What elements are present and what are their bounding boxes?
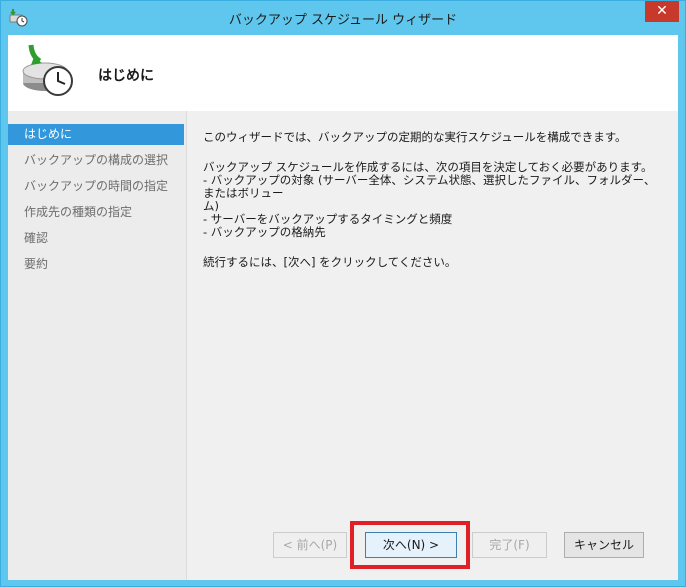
close-button[interactable]: ✕ — [645, 1, 679, 22]
wizard-content: このウィザードでは、バックアップの定期的な実行スケジュールを構成できます。 バッ… — [186, 111, 678, 580]
wizard-steps-sidebar: はじめに バックアップの構成の選択 バックアップの時間の指定 作成先の種類の指定… — [8, 111, 186, 580]
window-title: バックアップ スケジュール ウィザード — [228, 13, 458, 28]
back-button[interactable]: < 前へ(P) — [273, 532, 347, 558]
sidebar-item-destination-type[interactable]: 作成先の種類の指定 — [8, 202, 184, 223]
cancel-button[interactable]: キャンセル — [564, 532, 644, 558]
title-bar[interactable]: バックアップ スケジュール ウィザード ✕ — [1, 1, 685, 35]
sidebar-item-intro[interactable]: はじめに — [8, 124, 184, 145]
intro-text-block: このウィザードでは、バックアップの定期的な実行スケジュールを構成できます。 バッ… — [203, 131, 663, 269]
wizard-window: バックアップ スケジュール ウィザード ✕ はじめに はじめに バックアップの構… — [0, 0, 686, 587]
page-title: はじめに — [98, 68, 154, 84]
finish-button[interactable]: 完了(F) — [472, 532, 547, 558]
backup-schedule-icon — [22, 44, 73, 96]
requirement-item: - バックアップの格納先 — [203, 225, 326, 239]
requirement-item: - バックアップの対象 (サーバー全体、システム状態、選択したファイル、フォルダ… — [203, 173, 656, 200]
wizard-client-area: はじめに はじめに バックアップの構成の選択 バックアップの時間の指定 作成先の… — [8, 35, 678, 580]
sidebar-item-backup-time[interactable]: バックアップの時間の指定 — [8, 176, 184, 197]
continue-instruction: 続行するには、[次へ] をクリックしてください。 — [203, 255, 457, 269]
wizard-header: はじめに — [8, 35, 678, 111]
sidebar-item-confirm[interactable]: 確認 — [8, 228, 184, 249]
sidebar-item-backup-config[interactable]: バックアップの構成の選択 — [8, 150, 184, 171]
intro-text: このウィザードでは、バックアップの定期的な実行スケジュールを構成できます。 — [203, 130, 627, 144]
next-button-highlight — [350, 521, 470, 569]
sidebar-item-summary[interactable]: 要約 — [8, 254, 184, 275]
